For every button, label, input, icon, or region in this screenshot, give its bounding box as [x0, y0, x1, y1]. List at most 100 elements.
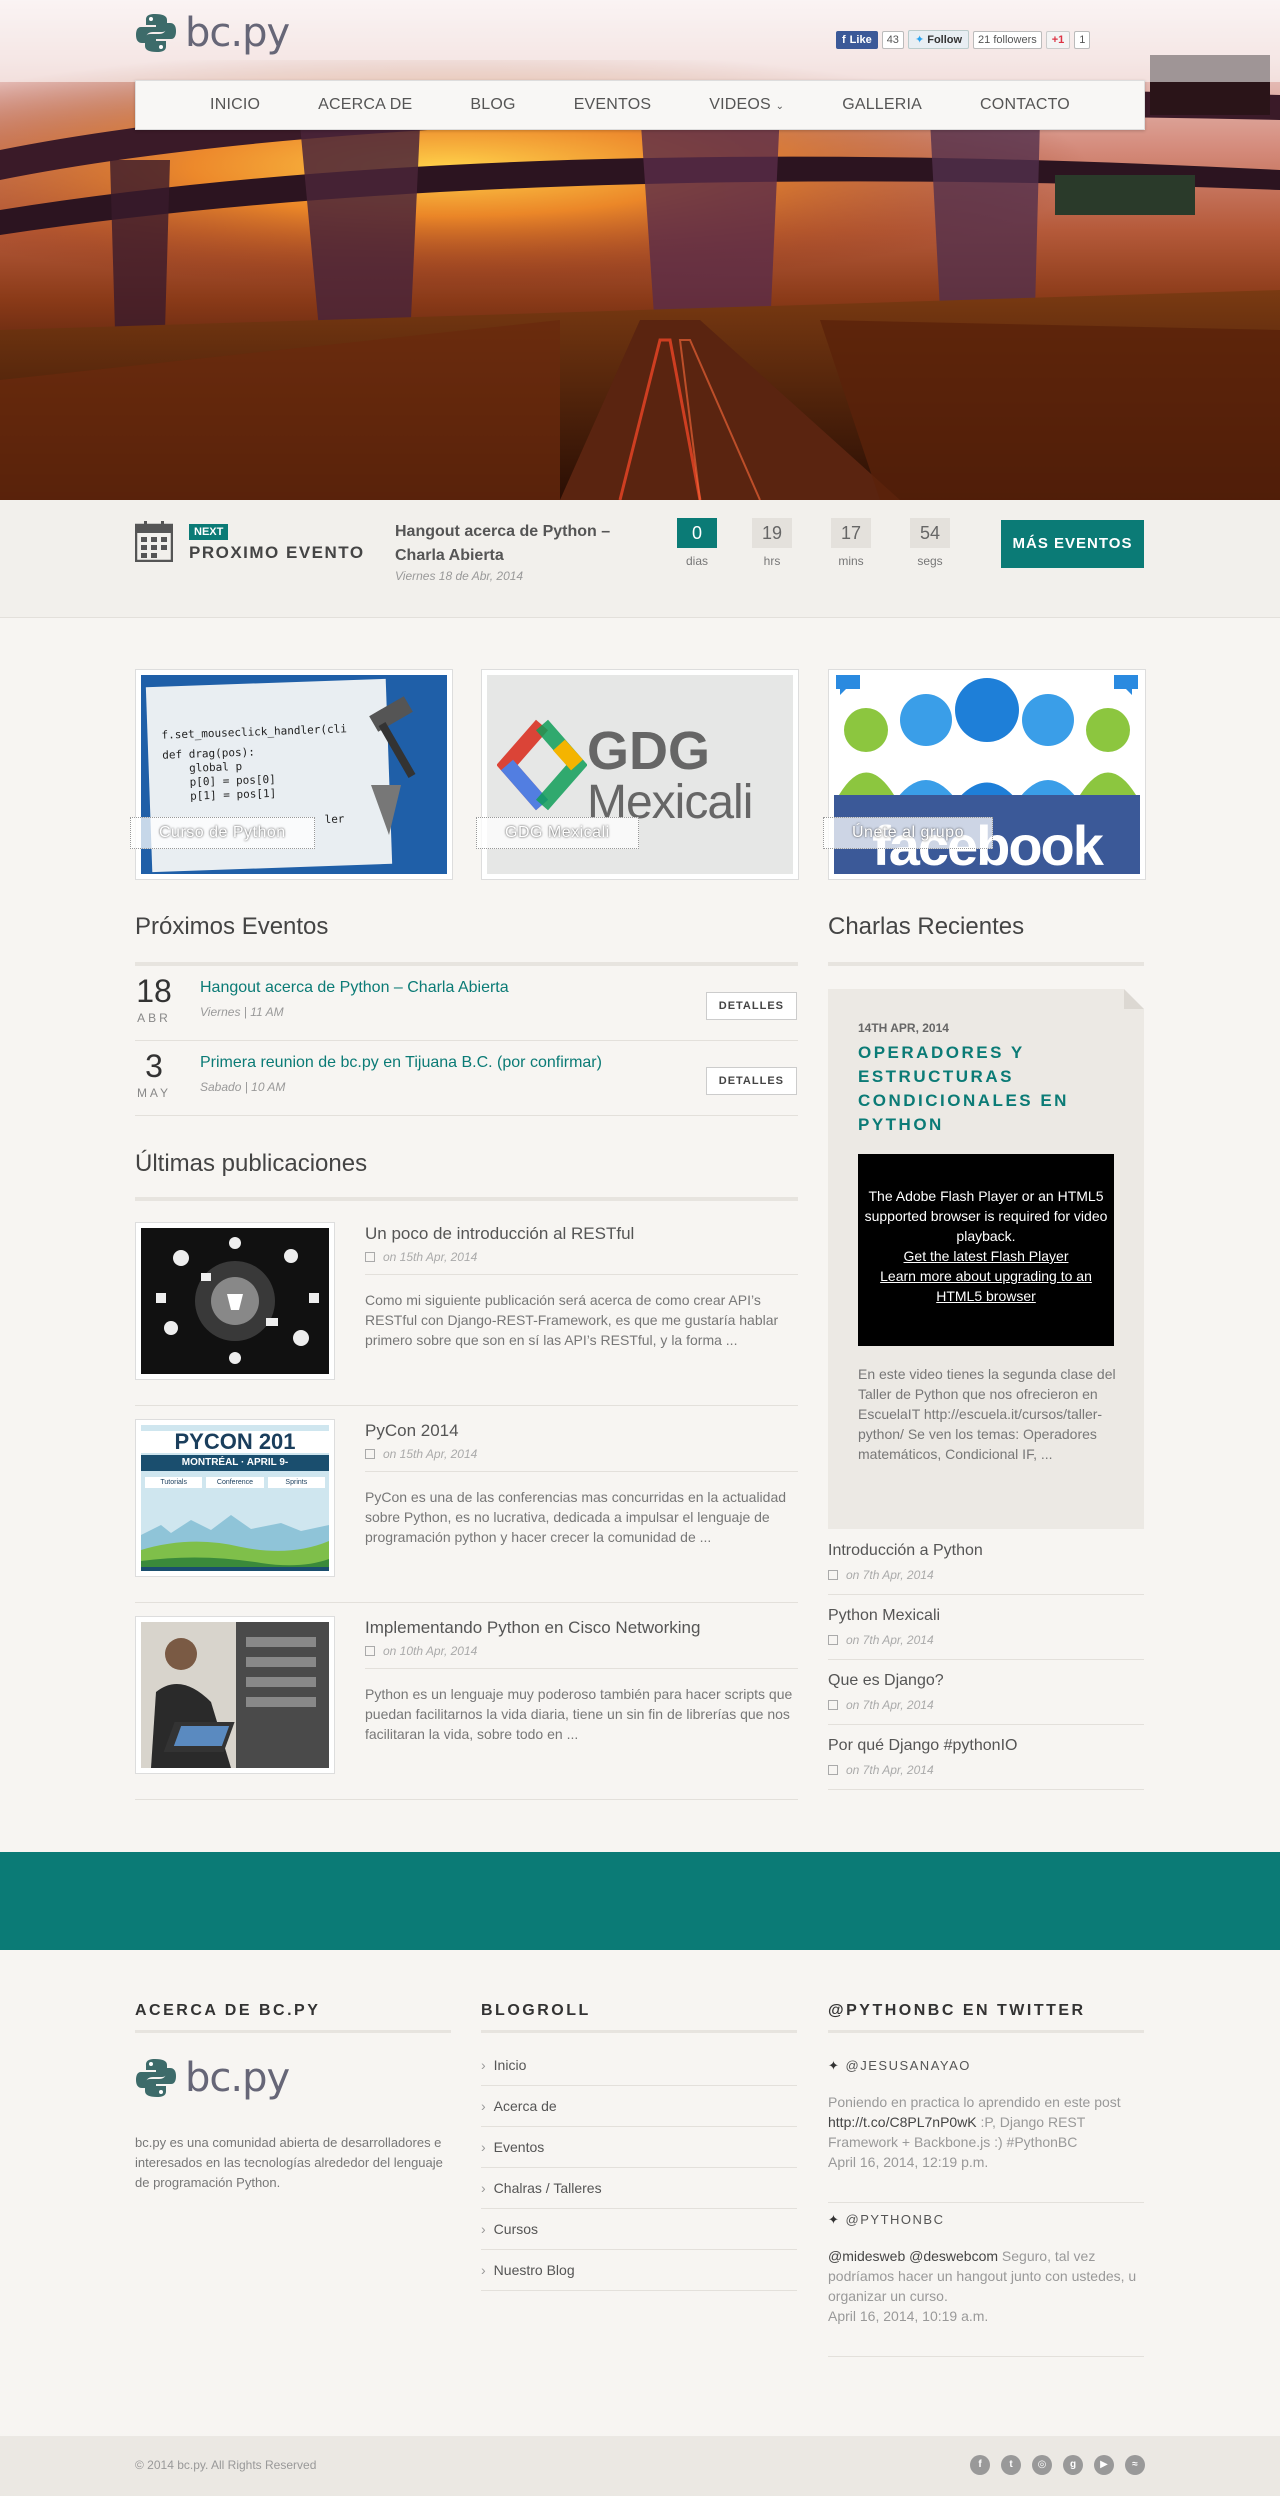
- event-details-button[interactable]: DETALLES: [705, 992, 797, 1020]
- next-event-date: Viernes 18 de Abr, 2014: [395, 569, 524, 583]
- calendar-icon: [828, 1570, 838, 1580]
- feature-card-gdg-mexicali[interactable]: GDG Mexicali GDG Mexicali: [476, 669, 799, 880]
- twitter-follow-button[interactable]: ✦ Follow: [907, 30, 970, 49]
- post-title-link[interactable]: Implementando Python en Cisco Networking: [365, 1618, 700, 1638]
- talk-date-text: on 7th Apr, 2014: [846, 1568, 934, 1582]
- main-nav: INICIO ACERCA DE BLOG EVENTOS VIDEOS ⌄ G…: [135, 80, 1145, 130]
- talk-list-item: Introducción a Python on 7th Apr, 2014: [828, 1530, 1144, 1595]
- event-title-link[interactable]: Primera reunion de bc.py en Tijuana B.C.…: [200, 1054, 602, 1072]
- post-title-link[interactable]: PyCon 2014: [365, 1421, 459, 1441]
- featured-talk-card: 14TH APR, 2014 OPERADORES Y ESTRUCTURAS …: [828, 989, 1144, 1529]
- nav-item-videos[interactable]: VIDEOS ⌄: [680, 81, 813, 129]
- site-logo[interactable]: bc.py: [135, 10, 290, 56]
- pycon-thumb-col: Conference: [206, 1477, 264, 1488]
- talk-list-item: Python Mexicali on 7th Apr, 2014: [828, 1595, 1144, 1660]
- countdown-hours-value: 19: [752, 518, 792, 548]
- chevron-right-icon: ›: [481, 2098, 486, 2114]
- blogroll-item-label: Acerca de: [493, 2098, 557, 2114]
- googleplus-icon[interactable]: g: [1063, 2455, 1083, 2475]
- latest-posts-heading: Últimas publicaciones: [135, 1150, 368, 1177]
- facebook-like-button[interactable]: f Like: [836, 30, 878, 49]
- blogroll-item[interactable]: › Inicio: [481, 2045, 797, 2086]
- pycon-thumb-col: Tutorials: [145, 1477, 203, 1488]
- calendar-icon: [828, 1765, 838, 1775]
- calendar-icon: [828, 1635, 838, 1645]
- nav-item-acerca[interactable]: ACERCA DE: [289, 81, 441, 129]
- event-details-button[interactable]: DETALLES: [705, 1067, 797, 1095]
- post-date: on 15th Apr, 2014: [365, 1250, 477, 1264]
- chevron-right-icon: ›: [481, 2057, 486, 2073]
- tweet-body: Poniendo en practica lo aprendido en est…: [828, 2092, 1144, 2172]
- post-title-link[interactable]: Un poco de introducción al RESTful: [365, 1224, 634, 1244]
- event-list-item: 18 ABR Hangout acerca de Python – Charla…: [135, 967, 798, 1041]
- post-thumbnail[interactable]: [135, 1616, 335, 1774]
- upcoming-events-heading: Próximos Eventos: [135, 913, 329, 940]
- event-month: MAY: [136, 1086, 172, 1100]
- nav-item-videos-label: VIDEOS: [709, 96, 771, 113]
- next-badge: NEXT: [189, 524, 229, 540]
- tweet-time: April 16, 2014, 10:19 a.m.: [828, 2308, 989, 2324]
- facebook-icon[interactable]: f: [970, 2455, 990, 2475]
- blogroll-item[interactable]: › Nuestro Blog: [481, 2250, 797, 2291]
- calendar-icon: [135, 521, 173, 562]
- nav-item-galleria[interactable]: GALLERIA: [813, 81, 951, 129]
- event-day: 3: [145, 1048, 163, 1084]
- python-logo-icon: [136, 2059, 176, 2097]
- post-thumbnail[interactable]: [135, 1222, 335, 1380]
- blogroll-item-label: Nuestro Blog: [493, 2262, 575, 2278]
- video-player-placeholder[interactable]: The Adobe Flash Player or an HTML5 suppo…: [858, 1154, 1114, 1346]
- tweet-text: Poniendo en practica lo aprendido en est…: [828, 2094, 1121, 2110]
- talk-date: on 7th Apr, 2014: [828, 1633, 934, 1647]
- tweet-link[interactable]: http://t.co/C8PL7nP0wK: [828, 2114, 977, 2130]
- twitter-icon: ✦: [828, 2212, 841, 2227]
- next-event-label: PROXIMO EVENTO: [189, 543, 365, 562]
- rss-icon[interactable]: ≈: [1125, 2455, 1145, 2475]
- gdg-logo-text: GDG: [587, 721, 711, 781]
- dribbble-icon[interactable]: ◎: [1032, 2455, 1052, 2475]
- event-meta: Sabado | 10 AM: [200, 1080, 286, 1094]
- countdown-hours-unit: hrs: [763, 554, 781, 568]
- countdown-seconds-unit: segs: [917, 554, 943, 568]
- googleplus-button[interactable]: +1: [1045, 30, 1071, 49]
- event-month: ABR: [137, 1011, 171, 1025]
- feature-card-python-course[interactable]: f.set_mouseclick_handler(cli def drag(po…: [130, 669, 453, 880]
- talk-list-item: Por qué Django #pythonIO on 7th Apr, 201…: [828, 1725, 1144, 1790]
- countdown-minutes-unit: mins: [838, 554, 864, 568]
- blogroll-item[interactable]: › Eventos: [481, 2127, 797, 2168]
- talk-title-link[interactable]: Por qué Django #pythonIO: [828, 1737, 1017, 1755]
- html5-browser-link[interactable]: Learn more about upgrading to an HTML5 b…: [862, 1266, 1110, 1306]
- more-events-button[interactable]: MÁS EVENTOS: [1001, 520, 1144, 568]
- post-excerpt: Python es un lenguaje muy poderoso tambi…: [365, 1686, 793, 1742]
- featured-talk-title[interactable]: OPERADORES Y ESTRUCTURAS CONDICIONALES E…: [858, 1041, 1118, 1137]
- featured-talk-excerpt: En este video tienes la segunda clase de…: [858, 1366, 1116, 1462]
- googleplus-count: 1: [1074, 30, 1091, 49]
- talk-title-link[interactable]: Python Mexicali: [828, 1607, 940, 1625]
- restful-network-image: [141, 1228, 329, 1374]
- talk-title-link[interactable]: Introducción a Python: [828, 1542, 983, 1560]
- event-title-link[interactable]: Hangout acerca de Python – Charla Abiert…: [200, 979, 509, 997]
- footer-logo[interactable]: bc.py: [135, 2055, 290, 2101]
- next-event-title[interactable]: Hangout acerca de Python – Charla Abiert…: [395, 520, 635, 568]
- flash-message: The Adobe Flash Player or an HTML5 suppo…: [864, 1188, 1108, 1244]
- post-date: on 10th Apr, 2014: [365, 1644, 477, 1658]
- tweet-username[interactable]: @PYTHONBC: [846, 2212, 945, 2227]
- nav-item-eventos[interactable]: EVENTOS: [545, 81, 681, 129]
- feature-card-join-group[interactable]: facebook Únete al grupo: [823, 669, 1146, 880]
- nav-item-blog[interactable]: BLOG: [441, 81, 544, 129]
- post-thumbnail[interactable]: PYCON 201 MONTRÉAL · APRIL 9- Tutorials …: [135, 1419, 335, 1577]
- blogroll-item-label: Eventos: [493, 2139, 545, 2155]
- blogroll-item[interactable]: › Acerca de: [481, 2086, 797, 2127]
- flash-player-link[interactable]: Get the latest Flash Player: [862, 1246, 1110, 1266]
- youtube-icon[interactable]: ▶: [1094, 2455, 1114, 2475]
- feature-caption: GDG Mexicali: [476, 817, 639, 849]
- nav-item-inicio[interactable]: INICIO: [181, 81, 289, 129]
- tweet-link[interactable]: @midesweb @deswebcom: [828, 2248, 998, 2264]
- blogroll-list: › Inicio › Acerca de › Eventos › Chalras / T…: [481, 2045, 797, 2291]
- nav-item-contacto[interactable]: CONTACTO: [951, 81, 1099, 129]
- twitter-icon[interactable]: t: [1001, 2455, 1021, 2475]
- tweet-username[interactable]: @JESUSANAYAO: [846, 2058, 971, 2073]
- footer-blogroll-heading: BLOGROLL: [481, 2002, 591, 2019]
- blogroll-item[interactable]: › Cursos: [481, 2209, 797, 2250]
- talk-title-link[interactable]: Que es Django?: [828, 1672, 944, 1690]
- blogroll-item[interactable]: › Chalras / Talleres: [481, 2168, 797, 2209]
